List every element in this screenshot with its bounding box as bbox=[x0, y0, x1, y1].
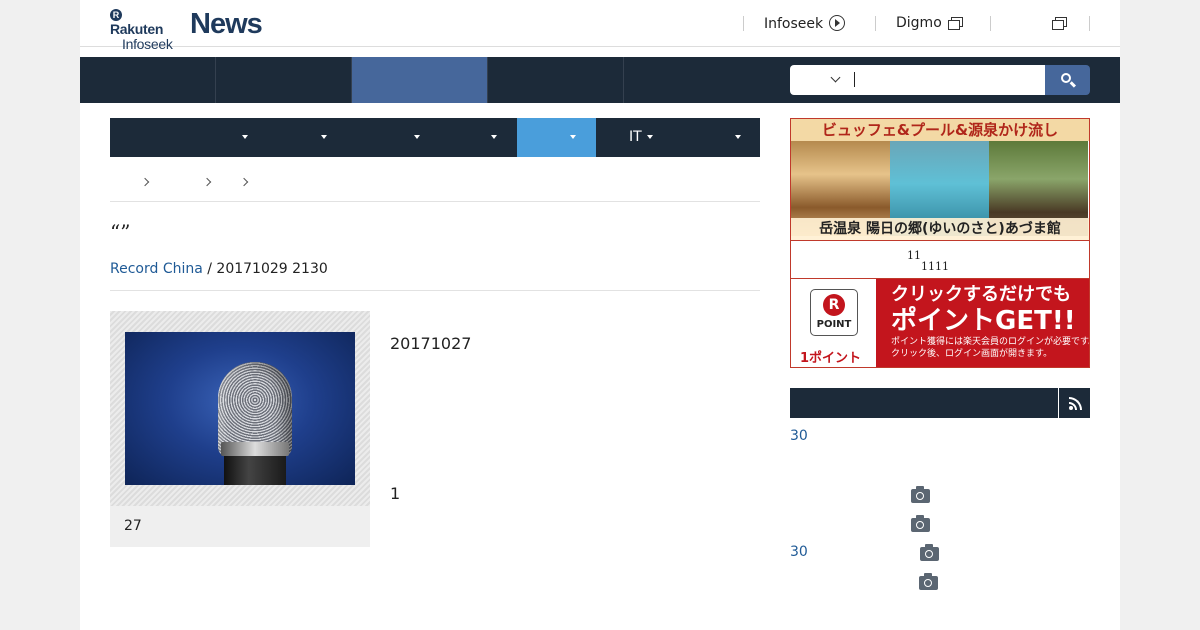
ranking-item-count[interactable]: 30 bbox=[790, 544, 808, 560]
category-tab[interactable] bbox=[245, 118, 327, 157]
logo-infoseek-text: Infoseek bbox=[122, 36, 173, 52]
category-tab[interactable] bbox=[325, 118, 420, 157]
site-header: RRakuten Infoseek News Infoseek Digmo bbox=[80, 0, 1120, 51]
category-tab-active[interactable] bbox=[517, 118, 596, 157]
rakuten-point-logo: R POINT bbox=[810, 289, 858, 336]
camera-icon bbox=[911, 486, 930, 503]
category-nav: IT bbox=[110, 118, 760, 157]
search-icon bbox=[1061, 73, 1071, 83]
article-meta: Record China / 20171029 2130 bbox=[110, 261, 328, 277]
breadcrumb bbox=[110, 157, 760, 202]
breadcrumb-chevron-icon bbox=[202, 177, 212, 187]
infoseek-link[interactable]: Infoseek bbox=[764, 15, 846, 32]
dropdown-caret-icon bbox=[735, 135, 741, 139]
ad-headline: ビュッフェ&プール&源泉かけ流し bbox=[791, 119, 1089, 141]
point-reward: 1ポイント bbox=[800, 351, 862, 366]
header-divider bbox=[743, 16, 744, 31]
hotel-ad-banner[interactable]: ビュッフェ&プール&源泉かけ流し 岳温泉 陽日の郷(ゆいのさと)あづま館 11 … bbox=[790, 118, 1090, 368]
article-date: / 20171029 2130 bbox=[207, 261, 328, 277]
article-figure: 27 bbox=[110, 311, 370, 547]
article-paragraph: 20171027 bbox=[390, 334, 472, 353]
main-nav bbox=[80, 57, 1120, 103]
external-window-icon bbox=[947, 17, 963, 30]
category-tab[interactable] bbox=[110, 118, 248, 157]
category-tab-it[interactable]: IT bbox=[629, 118, 669, 157]
header-divider bbox=[1089, 16, 1090, 31]
header-divider bbox=[990, 16, 991, 31]
camera-icon bbox=[920, 544, 939, 561]
main-nav-item[interactable] bbox=[624, 57, 760, 103]
category-tab[interactable] bbox=[420, 118, 515, 157]
article-source-link[interactable]: Record China bbox=[110, 261, 203, 277]
dropdown-caret-icon bbox=[491, 135, 497, 139]
logo-news-text: News bbox=[190, 8, 263, 40]
circle-arrow-icon bbox=[829, 15, 846, 31]
ranking-header bbox=[790, 388, 1090, 418]
ad-caption: 岳温泉 陽日の郷(ゆいのさと)あづま館 bbox=[791, 218, 1089, 240]
main-nav-item-active[interactable] bbox=[352, 57, 488, 103]
camera-icon bbox=[911, 515, 930, 532]
dropdown-caret-icon bbox=[570, 135, 576, 139]
dropdown-caret-icon bbox=[646, 135, 653, 139]
header-divider bbox=[875, 16, 876, 31]
rakuten-r-icon: R bbox=[110, 9, 122, 21]
external-link[interactable] bbox=[1046, 15, 1067, 31]
page: RRakuten Infoseek News Infoseek Digmo IT… bbox=[80, 0, 1120, 630]
search-scope-select[interactable] bbox=[820, 71, 844, 87]
microphone-photo[interactable] bbox=[125, 332, 355, 485]
article-title: “” bbox=[110, 220, 131, 244]
article-paragraph: 1 bbox=[390, 484, 401, 503]
search-button[interactable] bbox=[1045, 65, 1090, 95]
main-nav-item[interactable] bbox=[216, 57, 352, 103]
rakuten-point-ad[interactable]: R POINT 1ポイント クリックするだけでも ポイントGET!! ポイント獲… bbox=[791, 279, 1089, 367]
search-input[interactable] bbox=[790, 65, 1045, 95]
main-nav-item[interactable] bbox=[488, 57, 624, 103]
figure-caption: 27 bbox=[124, 518, 142, 534]
divider bbox=[110, 290, 760, 291]
text-cursor bbox=[854, 72, 855, 87]
digmo-link-label: Digmo bbox=[896, 15, 942, 31]
breadcrumb-chevron-icon bbox=[239, 177, 249, 187]
category-tab[interactable] bbox=[670, 118, 760, 157]
digmo-link[interactable]: Digmo bbox=[896, 15, 963, 31]
main-nav-item[interactable] bbox=[80, 57, 216, 103]
ranking-item-count[interactable]: 30 bbox=[790, 428, 808, 444]
external-window-icon bbox=[1052, 17, 1067, 30]
rss-icon[interactable] bbox=[1069, 397, 1082, 410]
breadcrumb-chevron-icon bbox=[140, 177, 150, 187]
logo-rakuten-text: Rakuten bbox=[110, 21, 164, 37]
infoseek-link-label: Infoseek bbox=[764, 16, 824, 32]
ad-dates: 11 1111 bbox=[907, 249, 949, 273]
chevron-down-icon bbox=[830, 72, 841, 83]
camera-icon bbox=[919, 573, 938, 590]
